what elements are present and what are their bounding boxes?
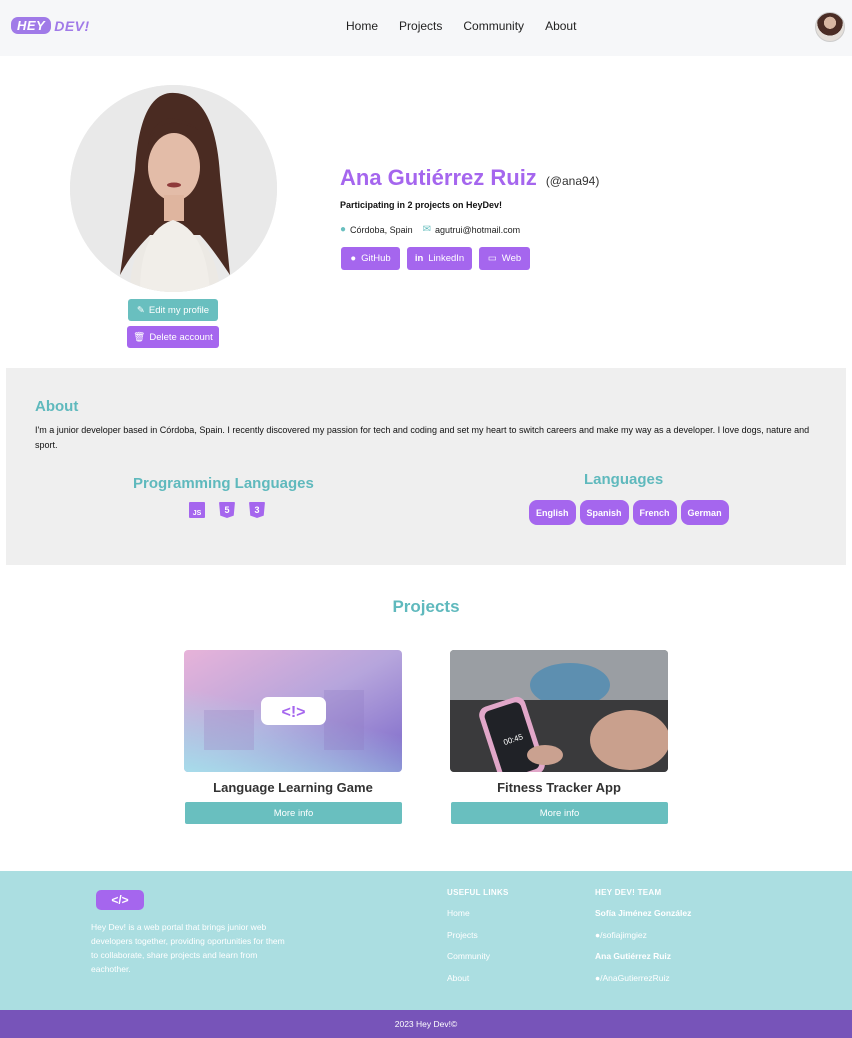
contact-info: ● Córdoba, Spain ✉ agutrui@hotmail.com	[340, 224, 520, 235]
languages-title: Languages	[584, 471, 664, 488]
linkedin-button[interactable]: in LinkedIn	[407, 247, 472, 270]
web-button[interactable]: ▭ Web	[479, 247, 530, 270]
more-info-button[interactable]: More info	[185, 802, 402, 824]
language-pill-french: French	[632, 500, 677, 525]
team-member-name: Sofía Jiménez González	[595, 908, 692, 918]
useful-links-heading: USEFUL LINKS	[447, 888, 509, 897]
language-pill-english: English	[529, 500, 576, 525]
location-pin-icon: ●	[340, 224, 347, 235]
project-name: Language Learning Game	[213, 780, 373, 795]
language-pill-spanish: Spanish	[579, 500, 629, 525]
top-navbar: HEY DEV! Home Projects Community About	[0, 0, 852, 56]
logo-dev: DEV!	[54, 17, 90, 34]
main-nav: Home Projects Community About	[346, 19, 576, 33]
github-label: GitHub	[361, 253, 391, 264]
footer-link-about[interactable]: About	[447, 973, 509, 995]
team-links: HEY DEV! TEAM Sofía Jiménez González ●/s…	[595, 888, 691, 994]
user-avatar[interactable]	[815, 12, 845, 42]
envelope-icon: ✉	[422, 224, 431, 235]
project-image[interactable]: 00:45	[450, 650, 668, 772]
project-name: Fitness Tracker App	[497, 780, 621, 795]
github-icon: ●	[350, 253, 357, 264]
profile-handle: (@ana94)	[545, 174, 600, 188]
delete-account-button[interactable]: 🗑 Delete account	[127, 326, 219, 348]
profile-name-row: Ana Gutiérrez Ruiz (@ana94)	[340, 165, 599, 191]
svg-text:<!>: <!>	[281, 704, 305, 721]
linkedin-icon: in	[414, 253, 424, 264]
edit-profile-label: Edit my profile	[148, 304, 210, 316]
github-handle: /sofiajimgiez	[600, 929, 647, 940]
trash-icon: 🗑	[133, 331, 146, 343]
about-text: I'm a junior developer based in Córdoba,…	[35, 425, 810, 450]
nav-home[interactable]: Home	[346, 19, 378, 33]
edit-profile-button[interactable]: ✎ Edit my profile	[128, 299, 218, 321]
useful-links: USEFUL LINKS Home Projects Community Abo…	[447, 888, 509, 994]
github-handle: /AnaGutierrezRuiz	[600, 972, 670, 983]
laptop-icon: ▭	[487, 253, 497, 264]
nav-community[interactable]: Community	[463, 19, 524, 33]
css3-icon: 3	[249, 502, 265, 518]
edit-icon: ✎	[136, 304, 145, 316]
footer-link-home[interactable]: Home	[447, 908, 509, 930]
project-image[interactable]: <!>	[184, 650, 402, 772]
project-card: <!> Language Learning Game More info	[184, 650, 402, 824]
footer-link-community[interactable]: Community	[447, 951, 509, 973]
social-links: ● GitHub in LinkedIn ▭ Web	[341, 247, 530, 270]
heydev-logo[interactable]: HEY DEV!	[11, 17, 90, 34]
more-info-button[interactable]: More info	[451, 802, 668, 824]
footer-logo[interactable]: </>	[96, 890, 144, 910]
location-text: Córdoba, Spain	[350, 224, 413, 235]
team-member-github[interactable]: ●/sofiajimgiez	[595, 930, 691, 952]
logo-hey: HEY	[11, 17, 52, 34]
email-text: agutrui@hotmail.com	[434, 224, 521, 235]
javascript-icon: JS	[189, 502, 205, 518]
about-section: About I'm a junior developer based in Có…	[6, 368, 846, 565]
programming-languages-title: Programming Languages	[133, 475, 314, 492]
web-label: Web	[501, 253, 522, 264]
team-heading: HEY DEV! TEAM	[595, 888, 662, 897]
language-pills: English Spanish French German	[529, 500, 729, 525]
project-card: 00:45 Fitness Tracker App More info	[450, 650, 668, 824]
profile-name: Ana Gutiérrez Ruiz	[340, 165, 537, 190]
html5-icon: 5	[219, 502, 235, 518]
nav-about[interactable]: About	[545, 19, 576, 33]
team-member-name: Ana Gutiérrez Ruiz	[595, 951, 672, 961]
linkedin-label: LinkedIn	[428, 253, 465, 264]
programming-icons: JS 5 3	[189, 502, 265, 518]
footer: </> Hey Dev! is a web portal that brings…	[0, 871, 852, 1010]
footer-description: Hey Dev! is a web portal that brings jun…	[91, 922, 285, 974]
nav-projects[interactable]: Projects	[399, 19, 442, 33]
copyright-bar: 2023 Hey Dev!©	[0, 1010, 852, 1038]
profile-photo	[70, 85, 277, 292]
footer-link-projects[interactable]: Projects	[447, 930, 509, 952]
github-button[interactable]: ● GitHub	[341, 247, 400, 270]
participation-text: Participating in 2 projects on HeyDev!	[340, 200, 503, 210]
team-member-github[interactable]: ●/AnaGutierrezRuiz	[595, 973, 691, 995]
delete-account-label: Delete account	[149, 331, 213, 343]
language-pill-german: German	[680, 500, 729, 525]
projects-title: Projects	[392, 597, 460, 616]
about-title: About	[35, 398, 79, 415]
